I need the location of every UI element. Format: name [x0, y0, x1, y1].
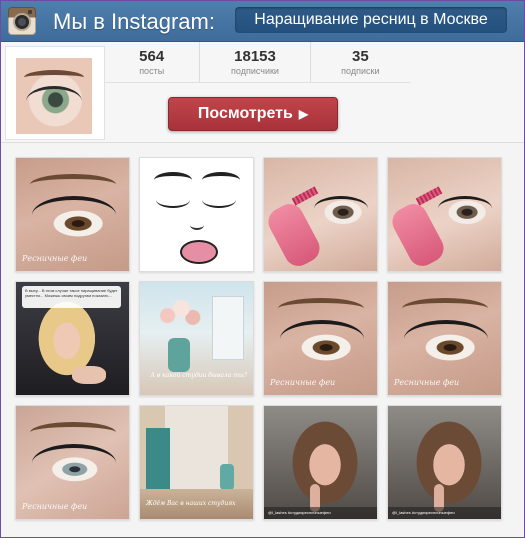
- camera-flash-dot: [28, 10, 32, 14]
- stat-following-value: 35: [351, 48, 369, 65]
- account-name-link[interactable]: Наращивание ресниц в Москве: [235, 7, 507, 33]
- drawn-nose: [190, 220, 204, 230]
- drawn-eyebrow-right: [202, 172, 240, 188]
- photo-caption: @l_lashes #студияресничныефеи: [264, 507, 377, 519]
- photo-caption: В выху... В этом случае такое наращивани…: [22, 286, 121, 308]
- grid-photo-9[interactable]: Ресничные феи: [15, 405, 130, 520]
- vase-shape: [168, 338, 190, 372]
- lash-line: [314, 196, 368, 221]
- stat-following: 35 подписки: [311, 42, 410, 82]
- cabinet-shape: [212, 296, 244, 360]
- watermark-text: Ресничные феи: [22, 502, 88, 511]
- eyebrow-shape: [278, 298, 364, 319]
- watermark-text: Ресничные феи: [270, 378, 336, 387]
- lash-line: [438, 196, 492, 221]
- avatar-frame[interactable]: [5, 46, 105, 140]
- drawn-eyebrow-left: [154, 172, 192, 188]
- grid-photo-10[interactable]: Ждём Вас в наших студиях: [139, 405, 254, 520]
- vase-shape: [220, 464, 234, 490]
- lash-line: [404, 320, 488, 358]
- hand-shape: [72, 366, 106, 384]
- watermark-text: Ресничные феи: [22, 254, 88, 263]
- grid-photo-3[interactable]: [263, 157, 378, 272]
- play-arrow-icon: ▶: [298, 107, 309, 121]
- stat-following-label: подписки: [341, 66, 380, 76]
- widget-header: Мы в Instagram: Наращивание ресниц в Мос…: [1, 1, 524, 42]
- grid-photo-5[interactable]: В выху... В этом случае такое наращивани…: [15, 281, 130, 396]
- instagram-camera-icon[interactable]: [8, 7, 36, 35]
- photo-caption: @l_lashes #студияресничныефеи: [388, 507, 501, 519]
- lash-line: [280, 320, 364, 358]
- avatar: [16, 58, 92, 134]
- stat-posts-value: 564: [139, 48, 165, 65]
- eyebrow-shape: [30, 422, 116, 443]
- lash-line: [32, 196, 116, 234]
- widget-title: Мы в Instagram:: [53, 9, 215, 34]
- grid-photo-6[interactable]: А в какой студии бывала ты?: [139, 281, 254, 396]
- flowers-shape: [156, 294, 202, 330]
- drawn-eye-right: [202, 192, 236, 208]
- view-profile-button[interactable]: Посмотреть ▶: [168, 97, 338, 131]
- lash-brush: [415, 186, 443, 206]
- grid-photo-8[interactable]: Ресничные феи: [387, 281, 502, 396]
- grid-photo-7[interactable]: Ресничные феи: [263, 281, 378, 396]
- stat-posts: 564 посты: [104, 42, 201, 82]
- lash-brush: [291, 186, 319, 206]
- photo-caption: Ждём Вас в наших студиях: [146, 500, 236, 507]
- drawn-eye-left: [156, 192, 190, 208]
- view-profile-button-label: Посмотреть: [197, 105, 293, 122]
- stat-followers: 18153 подписчики: [200, 42, 311, 82]
- stat-followers-value: 18153: [234, 48, 276, 65]
- instagram-widget: Мы в Instagram: Наращивание ресниц в Мос…: [0, 0, 525, 538]
- camera-lens: [15, 15, 29, 29]
- profile-block: 564 посты 18153 подписчики 35 подписки П…: [1, 42, 524, 143]
- watermark-text: Ресничные феи: [394, 378, 460, 387]
- stat-followers-label: подписчики: [231, 66, 279, 76]
- profile-stats: 564 посты 18153 подписчики 35 подписки: [104, 42, 410, 83]
- lash-line: [32, 444, 116, 482]
- photo-grid: Ресничные феи В выху... В этом случае та…: [1, 143, 524, 537]
- grid-photo-11[interactable]: @l_lashes #студияресничныефеи: [263, 405, 378, 520]
- drawn-lips: [180, 240, 218, 264]
- eyebrow-shape: [30, 174, 116, 195]
- grid-photo-12[interactable]: @l_lashes #студияресничныефеи: [387, 405, 502, 520]
- grid-photo-1[interactable]: Ресничные феи: [15, 157, 130, 272]
- grid-photo-2[interactable]: [139, 157, 254, 272]
- grid-photo-4[interactable]: [387, 157, 502, 272]
- stat-posts-label: посты: [139, 66, 165, 76]
- photo-caption: А в какой студии бывала ты?: [150, 372, 247, 379]
- eyebrow-shape: [402, 298, 488, 319]
